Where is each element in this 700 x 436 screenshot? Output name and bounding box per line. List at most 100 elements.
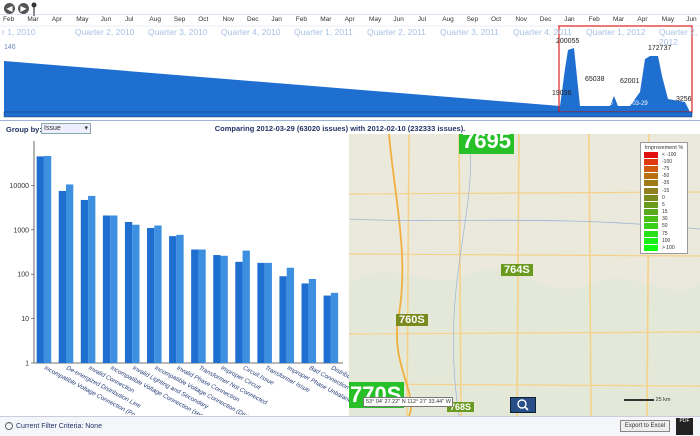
group-by-label: Group by: [6,125,42,134]
legend-item: 15 [641,209,687,216]
timeline-quarter: Quarter 2, 2011 [367,27,426,37]
footer-bar [0,416,700,436]
peak-label: 3256 [676,96,692,103]
group-by-value: Issue [44,125,61,132]
legend-swatch [644,230,658,237]
collapse-icon[interactable]: ˆ [5,422,13,430]
legend-item: 75 [641,230,687,237]
back-arrow-icon[interactable]: ◀ [4,3,15,14]
pdf-icon[interactable]: PDF [676,418,693,435]
bar [235,261,243,363]
legend-label: 50 [662,223,668,230]
legend-swatch [644,223,658,230]
legend-swatch [644,209,658,216]
export-excel-button[interactable]: Export to Excel [620,420,670,432]
timeline-month: Aug [442,16,454,23]
legend-swatch [644,194,658,201]
legend-title: Improvement % [644,145,684,151]
timeline-month: Mar [27,16,39,23]
issue-bar-chart: 110100100010000Incompatible Voltage Conn… [10,141,349,415]
legend-item: 5 [641,201,687,208]
legend-label: > 100 [662,245,675,252]
bar [88,195,96,363]
timeline-month: Mar [613,16,625,23]
legend-swatch [644,158,658,165]
timeline-month: Jun [100,16,112,23]
timeline-month: Feb [3,16,15,23]
timeline-quarter: Quarter 3, 2011 [440,27,499,37]
map-region-label[interactable]: 764S [501,264,533,276]
timeline-month: Nov [222,16,235,23]
legend-label: -100 [662,158,673,165]
y-tick-label: 100 [17,272,29,279]
legend-label: 30 [662,216,668,223]
bar [58,190,67,363]
legend-item: -35 [641,180,687,187]
legend-item: 30 [641,216,687,223]
filter-criteria: Current Filter Criteria: None [16,423,102,430]
forward-arrow-icon[interactable]: ▶ [18,3,29,14]
bar [308,278,317,363]
legend-label: 5 [662,201,665,208]
legend-item: 0 [641,194,687,201]
timeline-month: Jul [125,16,134,23]
timeline-area [4,61,560,112]
legend-swatch [644,180,658,187]
y-tick-label: 1000 [13,227,29,234]
legend-label: -75 [662,165,670,172]
timeline-month: Apr [637,16,648,23]
map-zoom-button[interactable] [510,397,536,413]
legend-label: -35 [662,180,670,187]
timeline-quarter: r 1, 2010 [2,27,36,37]
compare-text: Comparing 2012-03-29 (63020 issues) with… [214,124,466,133]
legend-item: 100 [641,237,687,244]
bar [176,234,184,363]
map-region-label[interactable]: 760S [396,314,428,326]
bar [66,184,74,363]
legend-swatch [644,201,658,208]
bar [286,267,295,363]
timeline-month: Oct [491,16,502,23]
group-by-select[interactable]: Issue ▾ [41,123,91,134]
peak-label: 62001 [620,78,640,85]
timeline-panel[interactable]: ◀ ▶ 146 200055 172737 65038 62001 19036 … [0,0,700,121]
legend-item: -75 [641,165,687,172]
selection-end-label: 2012-03-29 [617,101,648,107]
timeline-month: Feb [295,16,307,23]
timeline-month: Dec [247,16,259,23]
y-tick-label: 10 [21,316,29,323]
timeline-month: Feb [588,16,600,23]
bar [80,199,89,363]
legend-item: < -100 [641,151,687,158]
bar [147,227,155,363]
legend-swatch [644,165,658,172]
bar [198,249,206,363]
legend-label: 75 [662,230,668,237]
scale-label: 25 km [655,397,671,403]
legend-label: 0 [662,194,665,201]
timeline-month: Dec [539,16,552,23]
timeline-month: Jun [393,16,404,23]
legend-item: 50 [641,223,687,230]
bar [110,215,118,363]
legend-swatch [644,216,658,223]
timeline-quarter: Quarter 4, 2011 [513,27,572,37]
timeline-month: May [76,16,89,23]
bar [132,224,140,363]
timeline-month: Jun [686,16,697,23]
bar [330,292,339,363]
timeline-month: May [661,16,675,23]
timeline-month: Nov [515,16,527,23]
bar [169,236,177,363]
y-tick-label: 10000 [10,183,30,190]
timeline-month: Aug [149,16,161,23]
map-region-label[interactable]: 7695 [459,134,514,154]
timeline-axis-label: 146 [4,44,16,51]
timeline-month: Oct [198,16,209,23]
bar [213,255,221,363]
map-coordinates: 53° 04' 27.22" N 112° 27' 33.44" W [363,397,453,407]
timeline-quarter: Quarter 3, 2010 [148,27,208,37]
chevron-down-icon: ▾ [84,125,88,132]
timeline-month: Apr [344,16,355,23]
legend-label: 15 [662,209,668,216]
